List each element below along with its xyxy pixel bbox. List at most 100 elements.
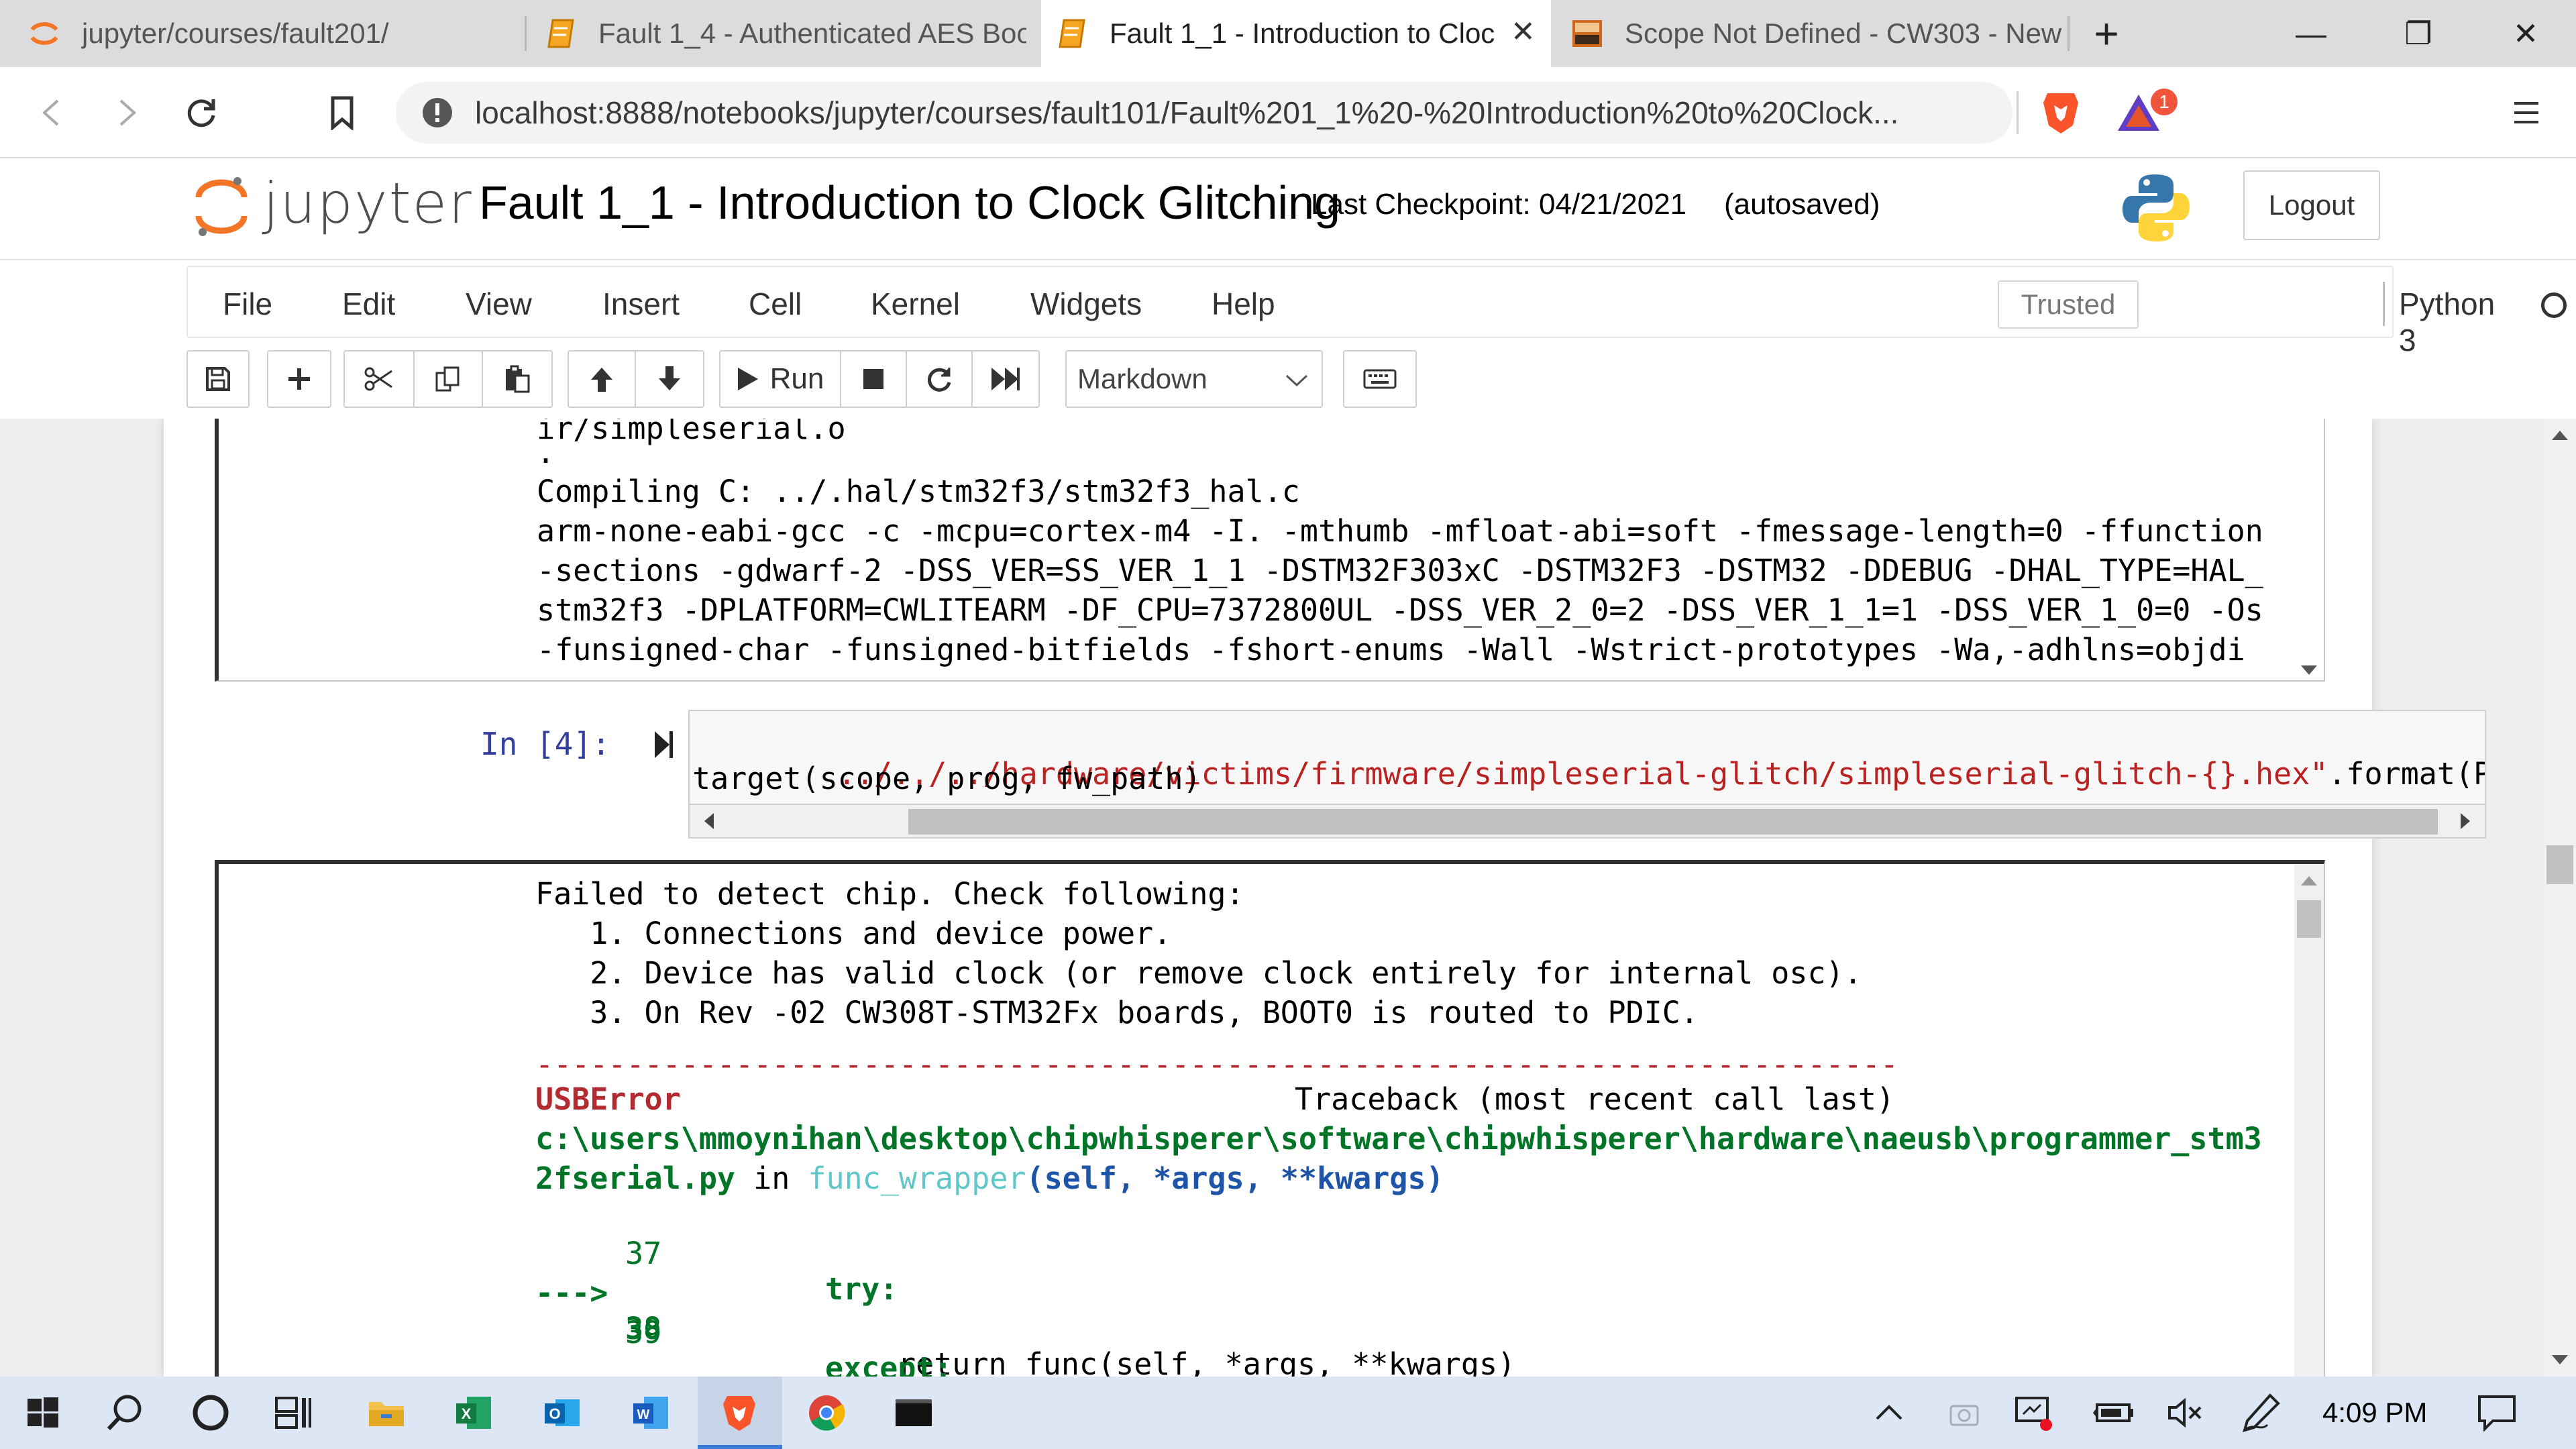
windows-start-icon[interactable]: [21, 1391, 64, 1434]
play-icon: [737, 368, 758, 390]
svg-text:X: X: [462, 1405, 472, 1422]
page-scroll-up-icon[interactable]: [2552, 431, 2568, 440]
terminal-icon[interactable]: [892, 1391, 935, 1434]
browser-tab-3-active[interactable]: Fault 1_1 - Introduction to Cloc: [1041, 0, 1551, 67]
browser-menu-button[interactable]: [2501, 87, 2552, 138]
paste-button[interactable]: [483, 352, 551, 407]
menu-kernel[interactable]: Kernel: [871, 286, 960, 322]
restore-icon[interactable]: ❐: [2368, 0, 2469, 67]
cortana-icon[interactable]: [189, 1391, 232, 1434]
menu-edit[interactable]: Edit: [342, 286, 395, 322]
search-icon[interactable]: [103, 1391, 146, 1434]
last-checkpoint: Last Checkpoint: 04/21/2021: [1311, 188, 1687, 221]
screen-record-icon[interactable]: [2012, 1391, 2055, 1434]
cut-button[interactable]: [345, 352, 415, 407]
pen-icon[interactable]: [2239, 1391, 2282, 1434]
browser-tab-4[interactable]: Scope Not Defined - CW303 - New: [1570, 0, 2066, 67]
word-icon[interactable]: W: [629, 1391, 672, 1434]
menu-insert[interactable]: Insert: [602, 286, 680, 322]
trusted-indicator[interactable]: Trusted: [1998, 280, 2139, 329]
hamburger-menu-icon: [2514, 102, 2538, 123]
bookmark-icon: [331, 96, 354, 130]
cell-type-value: Markdown: [1077, 363, 1208, 394]
tab-title: jupyter/courses/fault201/: [82, 17, 389, 49]
forward-button[interactable]: [101, 87, 152, 138]
menu-cell[interactable]: Cell: [749, 286, 802, 322]
output-scroll-thumb[interactable]: [2297, 900, 2321, 938]
output-line: .: [537, 435, 555, 470]
scroll-up-icon[interactable]: [2301, 876, 2317, 885]
back-button[interactable]: [27, 87, 78, 138]
plus-icon: [288, 368, 310, 390]
horizontal-scrollbar[interactable]: [688, 805, 2486, 839]
collapse-input-icon[interactable]: [655, 731, 675, 761]
restart-icon: [927, 368, 951, 392]
menu-widgets[interactable]: Widgets: [1030, 286, 1142, 322]
minimize-icon[interactable]: —: [2261, 0, 2361, 67]
task-view-icon[interactable]: [272, 1391, 315, 1434]
new-tab-button[interactable]: +: [2066, 0, 2147, 67]
output-vertical-scrollbar[interactable]: [2294, 864, 2324, 1377]
brave-browser-icon[interactable]: [718, 1391, 761, 1434]
show-hidden-icons-icon[interactable]: [1868, 1391, 1911, 1434]
jupyter-header: jupyter Fault 1_1 - Introduction to Cloc…: [0, 158, 2576, 260]
battery-icon[interactable]: [2092, 1391, 2135, 1434]
move-up-button[interactable]: [569, 352, 636, 407]
insert-cell-button[interactable]: [268, 352, 330, 407]
horizontal-scroll-thumb[interactable]: [908, 809, 2438, 835]
brave-shields-button[interactable]: [2035, 87, 2086, 138]
code-input[interactable]: ../../../hardware/victims/firmware/simpl…: [688, 710, 2486, 805]
menu-view[interactable]: View: [466, 286, 532, 322]
run-button[interactable]: Run: [720, 352, 841, 407]
close-window-icon[interactable]: ✕: [2475, 0, 2576, 67]
command-palette-button[interactable]: [1344, 352, 1415, 407]
jupyter-logo-text[interactable]: jupyter: [263, 170, 473, 236]
output-line: 1. Connections and device power.: [535, 916, 1172, 951]
error-name: USBError: [535, 1081, 681, 1117]
restart-run-all-button[interactable]: [973, 352, 1038, 407]
close-tab-icon[interactable]: ✕: [1511, 15, 1536, 49]
cell-type-select[interactable]: Markdown: [1065, 350, 1323, 408]
interrupt-kernel-button[interactable]: [841, 352, 907, 407]
file-explorer-icon[interactable]: [365, 1391, 408, 1434]
page-scroll-thumb[interactable]: [2546, 845, 2573, 884]
arrow-down-icon: [659, 366, 680, 390]
tab-title: Scope Not Defined - CW303 - New: [1625, 17, 2062, 49]
volume-muted-icon[interactable]: [2164, 1391, 2207, 1434]
restart-kernel-button[interactable]: [907, 352, 973, 407]
camera-icon[interactable]: [1943, 1391, 1986, 1434]
output-line: ir/simpleserial.o: [537, 419, 846, 446]
output-line: -funsigned-char -funsigned-bitfields -fs…: [537, 632, 2245, 667]
page-scroll-down-icon[interactable]: [2552, 1355, 2568, 1364]
browser-tab-1[interactable]: jupyter/courses/fault201/: [27, 0, 523, 67]
code-line: 39 except:: [535, 1279, 953, 1377]
traceback-path: c:\users\mmoynihan\desktop\chipwhisperer…: [535, 1121, 2262, 1157]
bookmark-button[interactable]: [317, 87, 368, 138]
address-bar[interactable]: localhost:8888/notebooks/jupyter/courses…: [396, 82, 2012, 144]
save-button[interactable]: [188, 352, 248, 407]
excel-icon[interactable]: X: [452, 1391, 495, 1434]
scroll-left-icon[interactable]: [704, 813, 714, 829]
browser-tab-2[interactable]: Fault 1_4 - Authenticated AES Boot: [543, 0, 1026, 67]
notebook-title[interactable]: Fault 1_1 - Introduction to Clock Glitch…: [479, 176, 1340, 229]
outlook-icon[interactable]: O: [541, 1391, 584, 1434]
page-vertical-scrollbar[interactable]: [2544, 419, 2576, 1377]
scroll-right-icon[interactable]: [2461, 813, 2470, 829]
chrome-icon[interactable]: [805, 1391, 848, 1434]
traceback-args: (self, *args, **kwargs): [1026, 1161, 1444, 1196]
output-scroll-down-icon[interactable]: [2301, 665, 2317, 675]
menu-file[interactable]: File: [223, 286, 272, 322]
kernel-name[interactable]: Python 3: [2399, 286, 2495, 358]
logout-button[interactable]: Logout: [2243, 170, 2380, 240]
arrow-up-icon: [591, 368, 612, 392]
notifications-icon[interactable]: [2475, 1391, 2518, 1434]
url-text: localhost:8888/notebooks/jupyter/courses…: [475, 95, 1899, 130]
reload-button[interactable]: [176, 87, 227, 138]
jupyter-logo-icon[interactable]: [195, 174, 248, 239]
menu-help[interactable]: Help: [1212, 286, 1275, 322]
copy-button[interactable]: [415, 352, 483, 407]
taskbar-clock[interactable]: 4:09 PM: [2322, 1397, 2427, 1429]
save-icon: [206, 367, 230, 391]
move-down-button[interactable]: [636, 352, 703, 407]
info-icon: [423, 98, 452, 127]
